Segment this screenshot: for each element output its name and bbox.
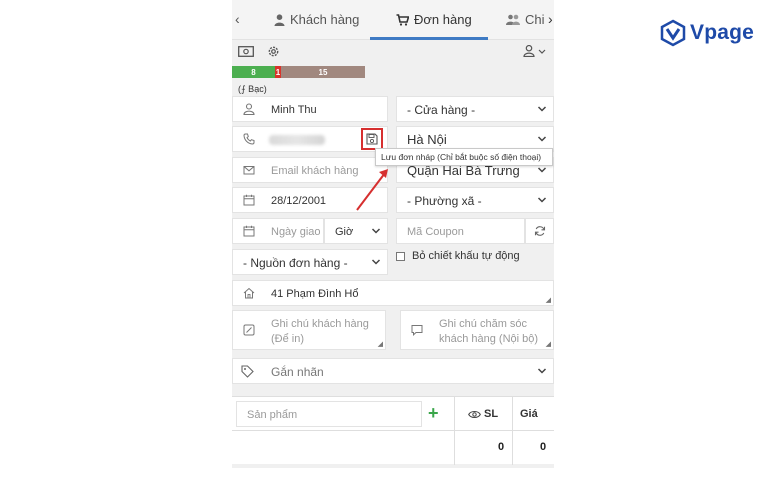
refresh-coupon-button[interactable] (525, 218, 554, 244)
chevron-down-icon (537, 165, 547, 175)
tab-customer-label: Khách hàng (290, 12, 360, 27)
vpage-logo: Vpage (659, 18, 759, 48)
chevron-down-icon (537, 195, 547, 205)
price-total: 0 (540, 441, 547, 453)
floppy-disk-icon (366, 133, 378, 145)
cart-icon (396, 13, 409, 26)
column-divider (512, 431, 513, 465)
tag-icon (241, 365, 254, 378)
tab-prev-arrow[interactable]: ‹ (235, 11, 240, 27)
customer-name-field[interactable]: Minh Thu (232, 96, 388, 122)
tag-select[interactable]: Gắn nhãn (232, 358, 554, 384)
order-status-bar: 8 1 15 (232, 66, 365, 78)
phone-icon (243, 133, 255, 145)
order-source-select[interactable]: - Nguồn đơn hàng - (232, 249, 388, 275)
status-segment-green: 8 (232, 66, 275, 78)
stage: Vpage ‹ Khách hàng Đơn hàng Chi › 8 1 15… (0, 0, 765, 478)
customer-note-field[interactable]: Ghi chú khách hàng (Để in) ◢ (232, 310, 386, 350)
save-draft-button[interactable] (361, 128, 383, 150)
tab-customer[interactable]: Khách hàng (274, 12, 359, 27)
auto-discount-option[interactable]: Bỏ chiết khấu tự động (396, 250, 520, 262)
store-select[interactable]: - Cửa hàng - (396, 96, 554, 122)
auto-discount-checkbox[interactable] (396, 251, 405, 261)
chat-icon (411, 324, 423, 336)
status-segment-brown: 15 (281, 66, 365, 78)
tab-orders-label: Đơn hàng (414, 12, 472, 27)
eye-icon[interactable] (468, 410, 481, 419)
chevron-down-icon (537, 134, 547, 144)
vpage-logo-mark-icon (660, 19, 686, 47)
active-tab-indicator (370, 37, 488, 40)
save-draft-tooltip: Lưu đơn nháp (Chỉ bắt buộc số điện thoại… (375, 148, 553, 166)
phone-value-blurred (269, 135, 325, 145)
calendar-icon (243, 194, 255, 206)
price-column-header: Giá (520, 408, 538, 420)
qty-column-header: SL (468, 408, 498, 420)
qty-total: 0 (498, 441, 505, 453)
chevron-down-icon (371, 257, 381, 267)
chevron-down-icon (371, 226, 381, 236)
resize-handle-icon[interactable]: ◢ (378, 340, 383, 348)
tool-row (232, 42, 554, 64)
resize-handle-icon[interactable]: ◢ (546, 340, 551, 348)
annotation-arrow-icon (356, 169, 388, 211)
address-field[interactable]: 41 Phạm Đình Hổ ◢ (232, 280, 554, 306)
hour-select[interactable]: Giờ (324, 218, 388, 244)
logo-text: Vpage (690, 21, 755, 44)
envelope-icon (243, 164, 255, 176)
delivery-date-field[interactable]: Ngày giao (232, 218, 324, 244)
product-search-input[interactable]: Sản phẩm (236, 401, 422, 427)
cash-icon[interactable] (238, 46, 254, 57)
tab-more[interactable]: Chi (506, 12, 545, 27)
customer-tier: (⨍ Bạc) (238, 84, 267, 94)
user-menu-icon[interactable] (523, 45, 547, 57)
tab-orders[interactable]: Đơn hàng (396, 12, 472, 27)
customer-name-value: Minh Thu (271, 104, 317, 116)
column-divider (454, 431, 455, 465)
users-icon (506, 14, 520, 25)
ward-select[interactable]: - Phường xã - (396, 187, 554, 213)
tab-next-arrow[interactable]: › (548, 11, 553, 27)
column-divider (454, 397, 455, 431)
calendar-icon (243, 225, 255, 237)
tab-more-label: Chi (525, 12, 545, 27)
person-icon (274, 13, 285, 26)
gear-icon[interactable] (267, 45, 280, 58)
note-icon (243, 324, 255, 336)
coupon-field[interactable]: Mã Coupon (396, 218, 525, 244)
order-panel: ‹ Khách hàng Đơn hàng Chi › 8 1 15 (⨍ Bạ… (232, 0, 554, 468)
tab-bar: ‹ Khách hàng Đơn hàng Chi › (232, 0, 554, 40)
chevron-down-icon (537, 366, 547, 376)
products-table-header: Sản phẩm + SL Giá (232, 396, 554, 431)
refresh-icon (534, 225, 546, 237)
column-divider (512, 397, 513, 431)
products-table-totals: 0 0 (232, 430, 554, 465)
user-icon (243, 103, 255, 115)
add-product-button[interactable]: + (428, 403, 439, 424)
care-note-field[interactable]: Ghi chú chăm sóc khách hàng (Nội bộ) ◢ (400, 310, 554, 350)
chevron-down-icon (537, 104, 547, 114)
resize-handle-icon[interactable]: ◢ (546, 296, 551, 304)
home-icon (243, 287, 255, 299)
